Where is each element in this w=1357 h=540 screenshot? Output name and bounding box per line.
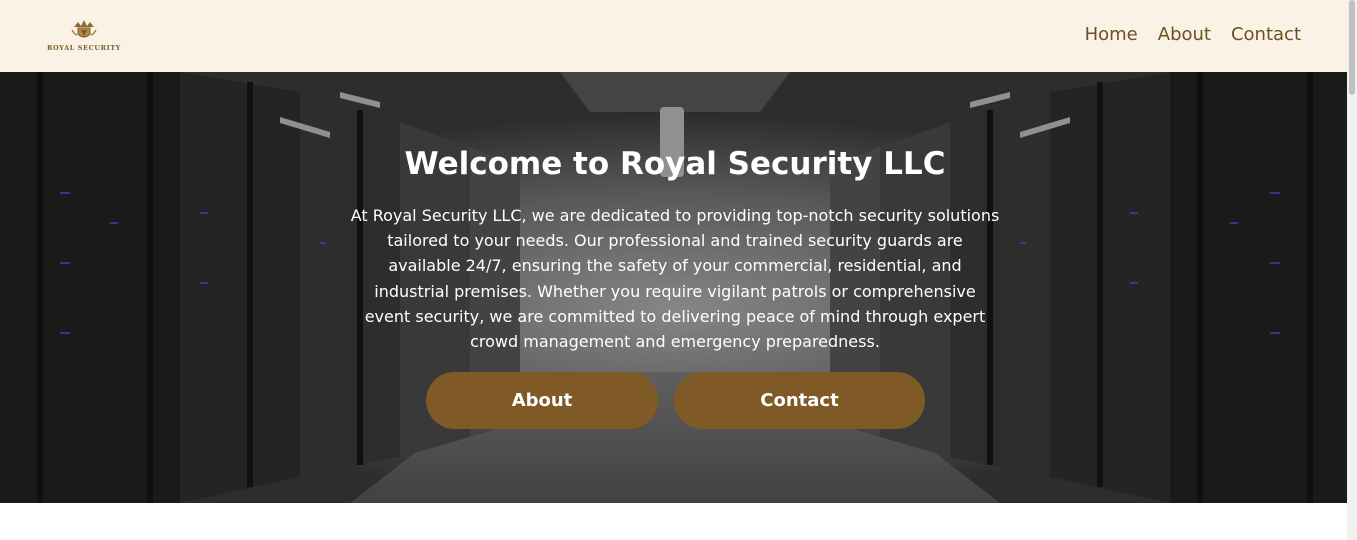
main-nav: Home About Contact xyxy=(1085,24,1301,45)
logo-text: ROYAL SECURITY xyxy=(47,44,121,52)
hero-title: Welcome to Royal Security LLC xyxy=(404,146,946,182)
nav-contact-link[interactable]: Contact xyxy=(1231,24,1301,45)
page-scrollbar[interactable] xyxy=(1347,0,1357,540)
contact-button[interactable]: Contact xyxy=(674,372,925,429)
nav-about-link[interactable]: About xyxy=(1158,24,1211,45)
logo[interactable]: ROYAL SECURITY xyxy=(47,18,121,56)
nav-home-link[interactable]: Home xyxy=(1085,24,1138,45)
hero-content: Welcome to Royal Security LLC At Royal S… xyxy=(0,72,1350,503)
hero-description: At Royal Security LLC, we are dedicated … xyxy=(350,206,1000,352)
scrollbar-thumb[interactable] xyxy=(1349,0,1355,95)
hero-section: Welcome to Royal Security LLC At Royal S… xyxy=(0,72,1350,503)
about-button[interactable]: About xyxy=(426,372,658,429)
site-header: ROYAL SECURITY Home About Contact xyxy=(0,0,1347,72)
royal-crest-icon xyxy=(71,20,97,38)
